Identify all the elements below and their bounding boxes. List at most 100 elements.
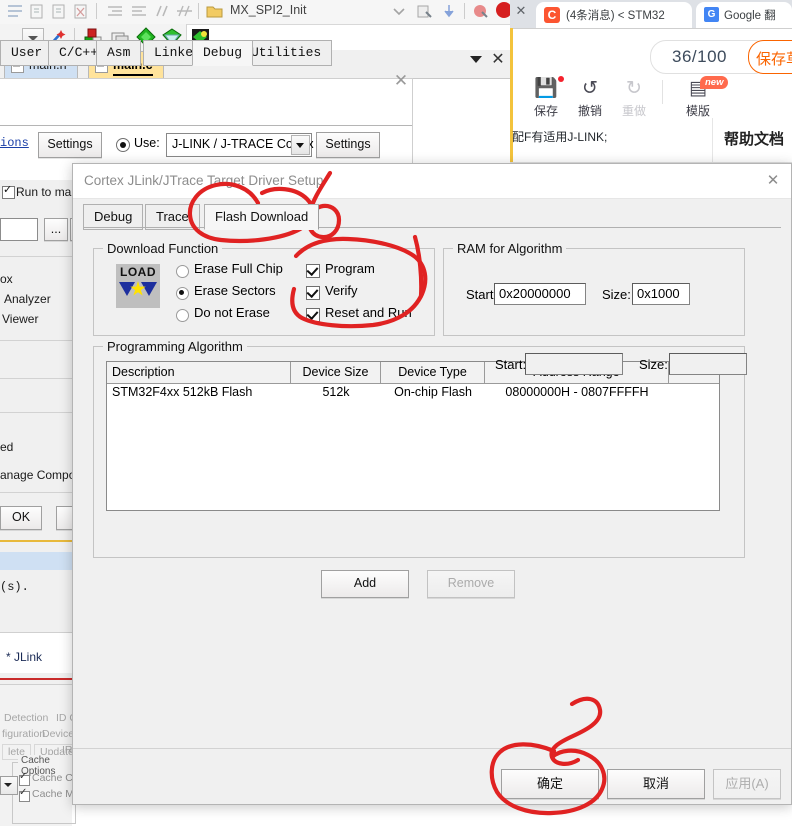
left-text-field[interactable] <box>0 218 38 241</box>
algorithm-table[interactable]: Description Device Size Device Type Addr… <box>106 361 720 511</box>
cache-code-checkbox[interactable] <box>19 771 30 786</box>
manage-components-label[interactable]: anage Compon <box>0 468 82 482</box>
cell-device-size: 512k <box>322 385 350 399</box>
toolbar-redo-label: 重做 <box>621 104 646 118</box>
unsaved-indicator-dot <box>558 76 564 82</box>
cancel-button[interactable]: 取消 <box>607 769 705 799</box>
toolbar-divider <box>662 80 663 104</box>
left-item-1: Analyzer <box>4 292 51 306</box>
ram-for-algorithm-label: RAM for Algorithm <box>453 241 567 256</box>
browser-tab-title: (4条消息) < STM32 <box>566 10 665 22</box>
indent-increase-icon[interactable] <box>106 3 124 20</box>
programming-algorithm-label: Programming Algorithm <box>103 339 247 354</box>
left-dropdown-button[interactable] <box>0 776 18 795</box>
use-debugger-radio[interactable] <box>116 138 130 152</box>
left-text-ed: ed <box>0 440 14 454</box>
google-favicon-icon: G <box>704 7 719 22</box>
toolbar-save-button[interactable]: 💾 保存 <box>522 78 570 119</box>
add-button[interactable]: Add <box>321 570 409 598</box>
tab-overflow-caret-icon[interactable] <box>470 56 482 63</box>
ram-size-input[interactable]: 0x1000 <box>632 283 690 305</box>
divider-4 <box>0 412 72 413</box>
options-settings-button-left[interactable]: Settings <box>38 132 102 158</box>
dialog-title: Cortex JLink/JTrace Target Driver Setup <box>84 173 324 188</box>
active-tab-underline <box>113 74 153 76</box>
help-doc-link[interactable]: 帮助文档 <box>724 128 784 149</box>
divider-3 <box>0 378 72 379</box>
radio-label: Do not Erase <box>194 305 270 320</box>
toolbar-save-label: 保存 <box>533 104 558 118</box>
build-output-line: (s). <box>0 580 29 594</box>
radio-indicator <box>176 309 189 322</box>
open-folder-icon[interactable] <box>206 3 224 20</box>
jlink-output-label: * JLink <box>6 650 43 664</box>
options-tab-asm[interactable]: Asm <box>96 40 142 66</box>
redo-icon: ↻ <box>626 78 642 99</box>
tab-flash-download[interactable]: Flash Download <box>204 204 320 230</box>
options-tab-divider <box>0 125 412 126</box>
divider-5 <box>0 492 72 493</box>
options-link[interactable]: ions <box>0 136 29 150</box>
table-header-row: Description Device Size Device Type Addr… <box>107 362 719 384</box>
bookmark-next-icon[interactable] <box>28 3 46 20</box>
debug-stop-icon[interactable] <box>472 3 490 20</box>
algorithm-size-input[interactable] <box>669 353 747 375</box>
programming-algorithm-group: Programming Algorithm Description Device… <box>93 339 745 558</box>
close-icon[interactable]: ✕ <box>514 4 528 18</box>
debugger-select[interactable]: J-LINK / J-TRACE Cortex <box>166 133 314 157</box>
toolbar-separator-3 <box>464 3 465 19</box>
vertical-divider <box>712 118 713 164</box>
cache-options-group: Cache Options Cache Code Cache Memory <box>12 755 103 824</box>
cache-memory-checkbox[interactable] <box>19 787 30 802</box>
column-description[interactable]: Description <box>107 362 291 383</box>
indent-decrease-icon[interactable] <box>130 3 148 20</box>
toolbar-undo-button[interactable]: ↺ 撤销 <box>566 78 614 119</box>
algorithm-start-label: Start: <box>495 357 527 372</box>
column-device-size[interactable]: Device Size <box>291 362 381 383</box>
left-ok-button[interactable]: OK <box>0 506 42 530</box>
options-tab-user[interactable]: User <box>0 40 54 66</box>
options-tab-utilities[interactable]: Utilities <box>240 40 333 66</box>
footer-divider <box>73 748 791 749</box>
download-function-label: Download Function <box>103 241 223 256</box>
uncomment-icon[interactable] <box>176 3 194 20</box>
toolbar-function-name[interactable]: MX_SPI2_Init <box>230 3 306 17</box>
bookmark-clear-icon[interactable] <box>72 3 90 20</box>
options-close-icon[interactable]: ✕ <box>392 72 410 90</box>
toolbar-separator-2 <box>198 3 199 19</box>
ram-start-value: 0x20000000 <box>499 286 571 301</box>
algorithm-start-input[interactable] <box>525 353 623 375</box>
checkbox-label: Reset and Run <box>325 305 412 320</box>
comment-icon[interactable] <box>154 3 172 20</box>
checkbox-label: Program <box>325 261 375 276</box>
dialog-close-icon[interactable]: ✕ <box>763 171 783 191</box>
ok-button[interactable]: 确定 <box>501 769 599 799</box>
run-to-main-checkbox[interactable] <box>2 183 15 199</box>
ide-toolbar-row-1[interactable]: MX_SPI2_Init <box>0 0 522 25</box>
options-settings-button-right[interactable]: Settings <box>316 132 380 158</box>
radio-label: Erase Sectors <box>194 283 276 298</box>
browse-button[interactable]: ... <box>44 218 68 241</box>
highlighted-row <box>0 552 72 570</box>
indent-icon[interactable] <box>6 3 24 20</box>
insert-icon[interactable] <box>440 3 458 20</box>
column-device-type[interactable]: Device Type <box>381 362 485 383</box>
bookmark-prev-icon[interactable] <box>50 3 68 20</box>
load-icon: LOAD <box>116 264 160 308</box>
tab-strip-divider <box>83 227 781 228</box>
download-function-group: Download Function LOAD Erase Full Chip E… <box>93 241 435 336</box>
tab-close-icon[interactable]: ✕ <box>490 52 506 68</box>
browser-tab-title: Google 翻 <box>724 10 776 22</box>
chevron-down-icon[interactable] <box>291 135 310 155</box>
article-code-line: 配F有适用J-LINK; <box>512 130 608 144</box>
toolbar-redo-button: ↻ 重做 <box>610 78 658 119</box>
save-draft-label: 保存草 <box>756 51 792 68</box>
browse-code-icon[interactable] <box>416 3 434 20</box>
checkbox-indicator <box>306 286 320 300</box>
chevron-down-icon[interactable] <box>390 3 408 20</box>
options-tab-debug[interactable]: Debug <box>192 40 254 66</box>
yellow-accent-bar <box>510 28 513 168</box>
algorithm-size-label: Size: <box>639 357 668 372</box>
ram-start-input[interactable]: 0x20000000 <box>494 283 586 305</box>
checkbox-indicator <box>306 264 320 278</box>
